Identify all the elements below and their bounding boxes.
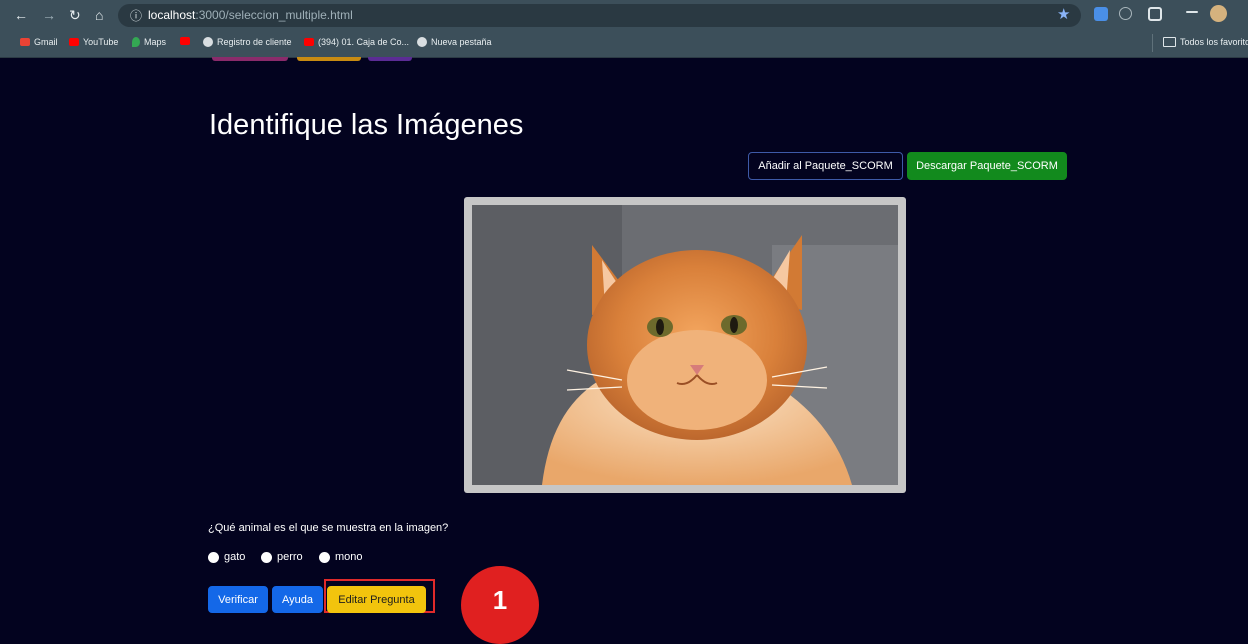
- bookmark-gmail[interactable]: Gmail: [20, 37, 58, 47]
- bookmark-maps[interactable]: Maps: [132, 37, 166, 47]
- bookmark-youtube-2[interactable]: [180, 37, 194, 45]
- youtube-icon: [69, 38, 79, 46]
- home-icon[interactable]: ⌂: [95, 6, 103, 24]
- option-label: perro: [277, 551, 303, 563]
- media-icon[interactable]: [1186, 11, 1198, 13]
- radio-button[interactable]: [319, 551, 330, 563]
- bookmark-youtube[interactable]: YouTube: [69, 37, 118, 47]
- url-host: localhost: [148, 8, 196, 22]
- radio-button[interactable]: [208, 551, 219, 563]
- bookmark-registro[interactable]: Registro de cliente: [203, 37, 292, 47]
- cat-photo: [472, 205, 898, 485]
- add-to-scorm-button[interactable]: Añadir al Paquete_SCORM: [748, 152, 903, 180]
- back-icon[interactable]: ←: [14, 6, 28, 24]
- globe-icon: [417, 37, 427, 47]
- forward-icon[interactable]: →: [42, 6, 56, 24]
- bookmark-label: (394) 01. Caja de Co...: [318, 37, 410, 47]
- avatar[interactable]: [1210, 5, 1227, 22]
- bookmark-label: Gmail: [34, 37, 58, 47]
- bookmark-label: Nueva pestaña: [431, 37, 492, 47]
- option-gato[interactable]: gato: [208, 551, 245, 563]
- extension-icon[interactable]: [1094, 7, 1108, 21]
- step-number: 1: [492, 585, 508, 615]
- option-perro[interactable]: perro: [261, 551, 303, 563]
- bookmark-label: Maps: [144, 37, 167, 47]
- maps-icon: [132, 37, 140, 47]
- info-icon[interactable]: ⓘ: [130, 7, 142, 24]
- url-text: localhost:3000/seleccion_multiple.html: [148, 8, 353, 22]
- option-label: mono: [335, 551, 363, 563]
- url-path: :3000/seleccion_multiple.html: [195, 8, 353, 22]
- verify-button[interactable]: Verificar: [208, 586, 268, 613]
- address-row: ← → ↻ ⌂ ⓘ localhost:3000/seleccion_multi…: [0, 0, 1248, 31]
- bookmark-label: YouTube: [83, 37, 119, 47]
- bookmark-label: Todos los favorito: [1180, 37, 1248, 47]
- bookmarks-bar: Gmail YouTube Maps Registro de cliente (…: [0, 31, 1248, 58]
- bookmark-caja[interactable]: (394) 01. Caja de Co...: [304, 37, 409, 47]
- step-badge: 1: [461, 566, 539, 644]
- folder-icon: [1163, 37, 1176, 47]
- download-scorm-button[interactable]: Descargar Paquete_SCORM: [907, 152, 1067, 180]
- scrolled-tab[interactable]: [212, 57, 288, 61]
- extension-icon[interactable]: [1119, 7, 1132, 20]
- globe-icon: [203, 37, 213, 47]
- bookmark-label: Registro de cliente: [217, 37, 292, 47]
- reload-icon[interactable]: ↻: [69, 6, 81, 24]
- address-bar[interactable]: ⓘ localhost:3000/seleccion_multiple.html: [118, 4, 1081, 27]
- page-title: Identifique las Imágenes: [209, 109, 524, 141]
- scrolled-tab[interactable]: [368, 57, 412, 61]
- extensions-puzzle-icon[interactable]: [1148, 7, 1162, 21]
- star-icon[interactable]: ★: [1057, 5, 1070, 23]
- bookmarks-folder[interactable]: Todos los favorito: [1163, 37, 1248, 47]
- cat-illustration: [472, 205, 898, 485]
- gmail-icon: [20, 38, 30, 46]
- bookmarks-divider: [1152, 34, 1153, 52]
- youtube-icon: [304, 38, 314, 46]
- scrolled-tab[interactable]: [297, 57, 361, 61]
- option-label: gato: [224, 551, 246, 563]
- help-button[interactable]: Ayuda: [272, 586, 323, 613]
- radio-button[interactable]: [261, 551, 272, 563]
- edit-question-button[interactable]: Editar Pregunta: [327, 586, 426, 613]
- youtube-icon: [180, 37, 190, 45]
- bookmark-nueva-pestana[interactable]: Nueva pestaña: [417, 37, 492, 47]
- image-frame: [464, 197, 906, 493]
- question-text: ¿Qué animal es el que se muestra en la i…: [208, 522, 449, 534]
- option-mono[interactable]: mono: [319, 551, 363, 563]
